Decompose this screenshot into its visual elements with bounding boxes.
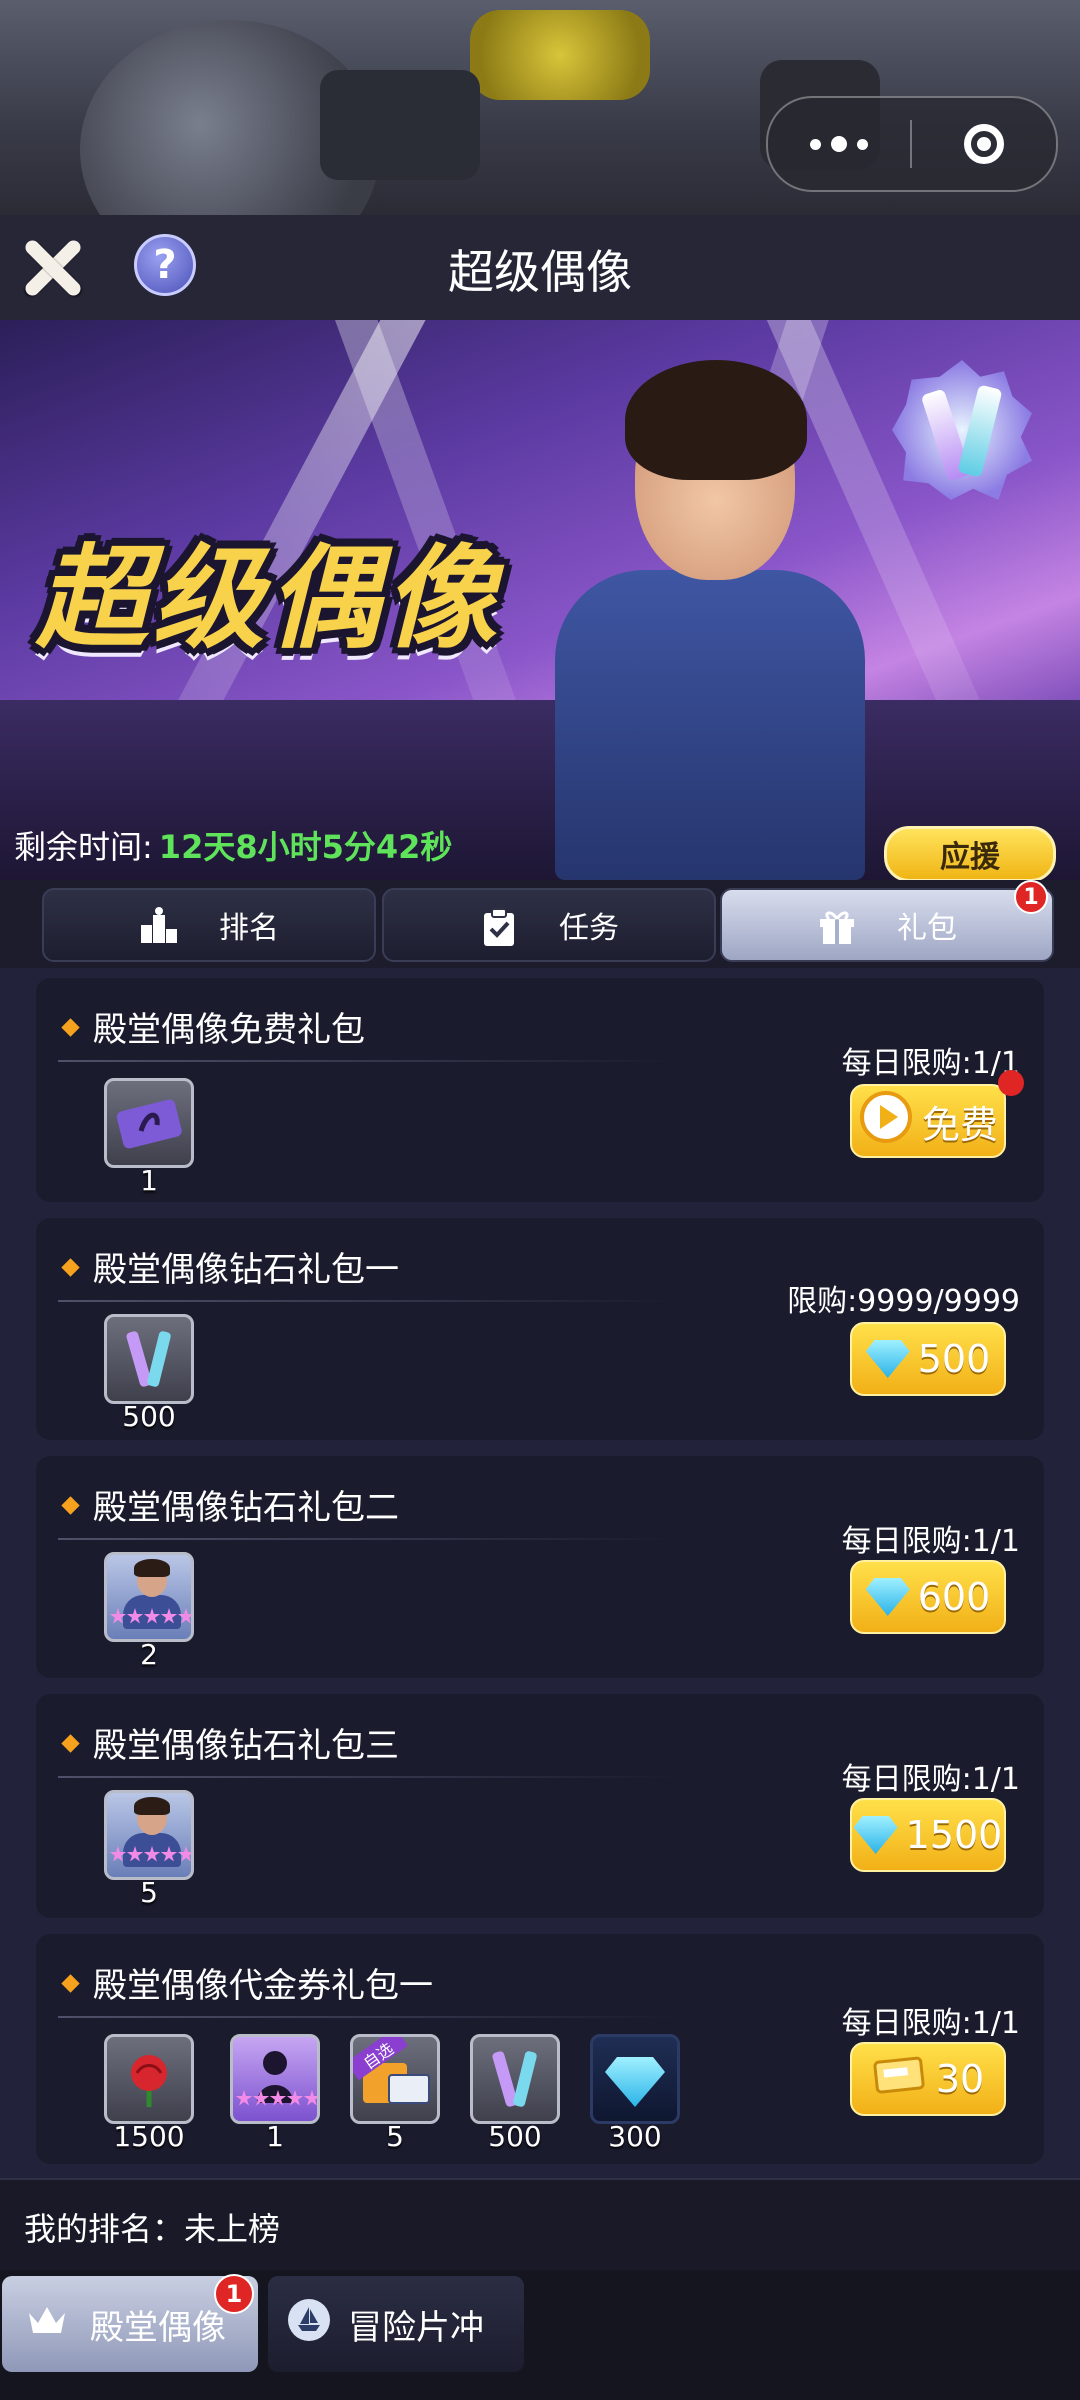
- page-title: 超级偶像: [448, 245, 632, 299]
- item-quantity: 1: [140, 1164, 158, 1197]
- pack-item[interactable]: 1: [230, 2034, 320, 2153]
- silhouette-card-icon: [230, 2034, 320, 2124]
- pack-card: 殿堂偶像钻石礼包三 每日限购:1/1 1500 5: [36, 1694, 1044, 1918]
- diamond-icon: [590, 2034, 680, 2124]
- pack-title: 殿堂偶像钻石礼包三: [64, 1718, 399, 1767]
- item-quantity: 2: [140, 1638, 158, 1671]
- item-quantity: 300: [608, 2120, 662, 2153]
- tab-gifts[interactable]: 礼包: [720, 888, 1054, 962]
- event-logo: 超级偶像: [36, 534, 500, 664]
- nav-label: 殿堂偶像: [90, 2307, 226, 2348]
- clipboard-check-icon: [479, 907, 519, 946]
- lightstick-icon: [470, 2034, 560, 2124]
- my-rank-text: 我的排名：未上榜: [24, 2210, 281, 2248]
- buy-diamond-button[interactable]: 1500: [850, 1798, 1006, 1872]
- podium-icon: [139, 907, 179, 943]
- purchase-limit: 每日限购:1/1: [841, 1524, 1020, 1559]
- idol-card-icon: [104, 1552, 194, 1642]
- buy-diamond-button[interactable]: 500: [850, 1322, 1006, 1396]
- purchase-limit: 每日限购:1/1: [841, 2006, 1020, 2041]
- target-circle-icon[interactable]: [912, 124, 1056, 164]
- pack-item[interactable]: 500: [470, 2034, 560, 2153]
- purple-ticket-icon: [104, 1078, 194, 1168]
- remaining-time: 剩余时间: 12天8小时5分42秒: [14, 822, 452, 868]
- remaining-time-value: 12天8小时5分42秒: [158, 828, 453, 866]
- pack-card: 殿堂偶像代金券礼包一 每日限购:1/1 30 1500 1 自选 5 500 3…: [36, 1934, 1044, 2164]
- pack-item[interactable]: 500: [104, 1314, 194, 1433]
- ship-icon: [286, 2297, 332, 2352]
- nav-label: 冒险片冲: [348, 2307, 484, 2348]
- button-label: 免费: [921, 1102, 998, 1147]
- pack-card: 殿堂偶像钻石礼包二 每日限购:1/1 600 2: [36, 1456, 1044, 1678]
- tab-label: 礼包: [897, 911, 957, 946]
- buy-diamond-button[interactable]: 600: [850, 1560, 1006, 1634]
- rose-icon: [104, 2034, 194, 2124]
- idol-card-icon: [104, 1790, 194, 1880]
- pack-item[interactable]: 1500: [104, 2034, 194, 2153]
- pack-item[interactable]: 2: [104, 1552, 194, 1671]
- pack-card: 殿堂偶像钻石礼包一 限购:9999/9999 500 500: [36, 1218, 1044, 1440]
- pack-card: 殿堂偶像免费礼包 每日限购:1/1 免费 1: [36, 978, 1044, 1202]
- pack-title: 殿堂偶像代金券礼包一: [64, 1958, 433, 2007]
- gift-icon: [817, 907, 857, 944]
- notification-dot: [998, 1070, 1024, 1096]
- pack-list[interactable]: 殿堂偶像免费礼包 每日限购:1/1 免费 1 殿堂偶像钻石礼包一 限购:9999…: [0, 968, 1080, 2178]
- crown-icon: [26, 2303, 68, 2346]
- more-dots-icon[interactable]: [768, 98, 910, 190]
- pack-title: 殿堂偶像钻石礼包二: [64, 1480, 399, 1529]
- purchase-limit: 每日限购:1/1: [841, 1762, 1020, 1797]
- button-label: 30: [935, 2057, 985, 2101]
- buy-voucher-button[interactable]: 30: [850, 2042, 1006, 2116]
- idol-character-image: [545, 360, 865, 880]
- diamond-icon: [853, 1816, 898, 1854]
- free-claim-button[interactable]: 免费: [850, 1084, 1006, 1158]
- purchase-limit: 每日限购:1/1: [841, 1046, 1020, 1081]
- nav-adventure[interactable]: 冒险片冲: [268, 2276, 524, 2372]
- lightstick-badge-icon[interactable]: [872, 360, 1052, 530]
- selectable-box-icon: 自选: [350, 2034, 440, 2124]
- play-circle-icon: [858, 1089, 914, 1154]
- pack-item[interactable]: 300: [590, 2034, 680, 2153]
- item-quantity: 500: [122, 1400, 176, 1433]
- hall-idol-badge: 1: [214, 2274, 254, 2314]
- button-label: 1500: [905, 1813, 1003, 1857]
- pack-title: 殿堂偶像免费礼包: [64, 1002, 365, 1051]
- tab-ranking[interactable]: 排名: [42, 888, 376, 962]
- pack-item[interactable]: 自选 5: [350, 2034, 440, 2153]
- tab-label: 任务: [559, 911, 619, 946]
- tab-tasks[interactable]: 任务: [382, 888, 716, 962]
- remaining-time-label: 剩余时间:: [14, 828, 153, 866]
- button-label: 500: [917, 1337, 991, 1381]
- diamond-icon: [865, 1340, 910, 1378]
- cheer-button[interactable]: 应援: [884, 826, 1056, 882]
- gifts-badge: 1: [1014, 880, 1048, 914]
- purchase-limit: 限购:9999/9999: [787, 1284, 1020, 1319]
- item-quantity: 5: [140, 1876, 158, 1909]
- button-label: 600: [917, 1575, 991, 1619]
- lightstick-icon: [104, 1314, 194, 1404]
- voucher-icon: [872, 2054, 928, 2105]
- miniprogram-capsule: [766, 96, 1058, 192]
- pack-title: 殿堂偶像钻石礼包一: [64, 1242, 399, 1291]
- diamond-icon: [865, 1578, 910, 1616]
- pack-item[interactable]: 5: [104, 1790, 194, 1909]
- tab-label: 排名: [219, 911, 279, 946]
- my-rank-bar: 我的排名：未上榜: [0, 2178, 1080, 2272]
- pack-item[interactable]: 1: [104, 1078, 194, 1197]
